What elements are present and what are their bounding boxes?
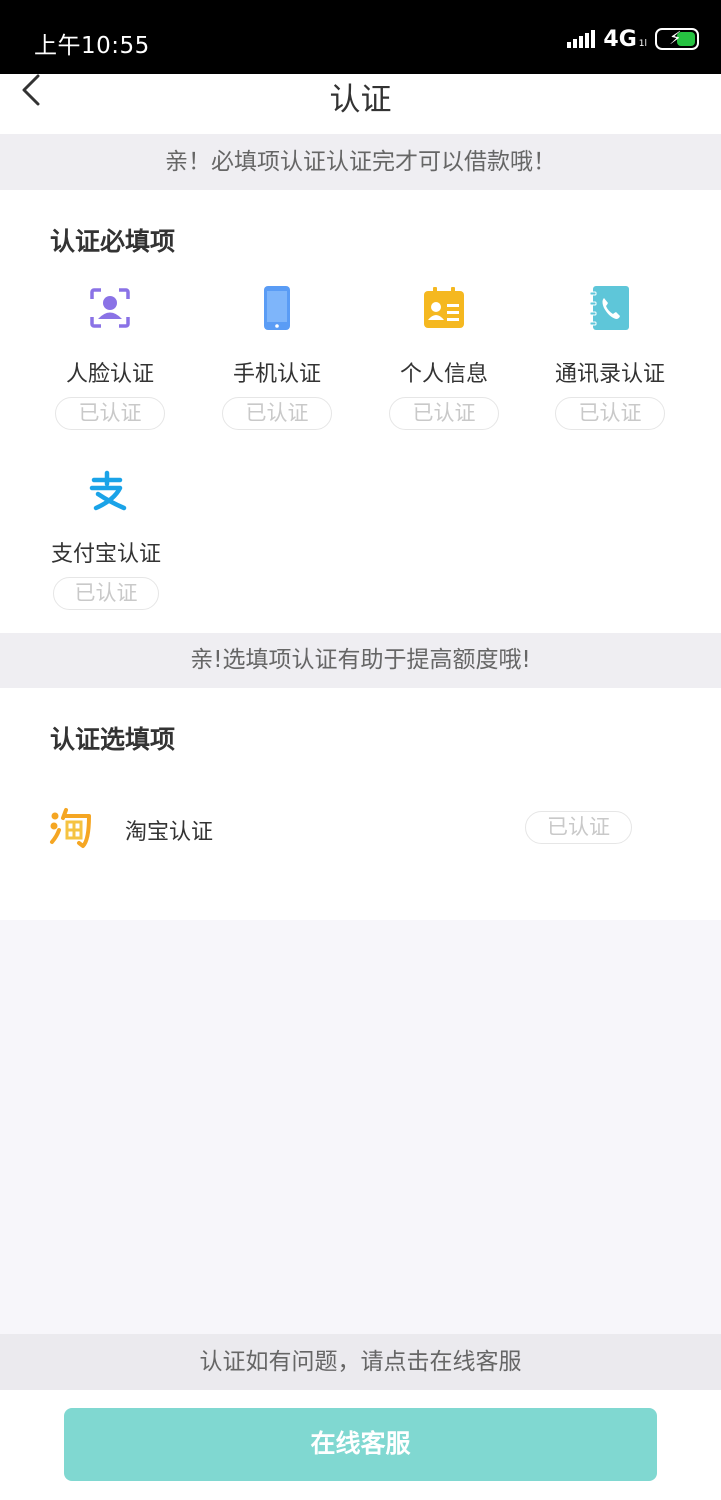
footer-bar: 在线客服 (0, 1390, 721, 1500)
status-badge: 已认证 (555, 397, 665, 430)
nav-bar: 认证 (0, 74, 721, 134)
id-card-icon (424, 287, 464, 328)
contacts-phone-icon (589, 286, 629, 330)
cert-item-label: 淘宝认证 (125, 820, 214, 845)
optional-banner: 亲!选填项认证有助于提高额度哦! (0, 633, 721, 688)
status-badge: 已认证 (525, 811, 632, 844)
battery-icon: ⚡ (655, 28, 699, 50)
status-badge: 已认证 (53, 577, 159, 610)
status-badge: 已认证 (389, 397, 499, 430)
status-badge: 已认证 (222, 397, 332, 430)
status-bar: 上午10:55 4G 1l ⚡ (0, 0, 721, 74)
page-title: 认证 (329, 82, 392, 118)
required-section: 认证必填项 人脸认证 已认证 手机认证 已认证 个人信息 已认证 通讯录认证 已… (0, 190, 721, 633)
required-banner: 亲！必填项认证认证完才可以借款哦！ (0, 134, 721, 190)
optional-section: 认证选填项 淘宝认证 已认证 (0, 688, 721, 920)
cert-item-label: 人脸认证 (65, 362, 154, 387)
cert-item-label: 通讯录认证 (554, 362, 665, 387)
cert-item-taobao[interactable]: 淘宝认证 已认证 (0, 800, 721, 880)
cert-item-alipay[interactable]: 支付宝认证 已认证 (26, 470, 186, 610)
alipay-icon (89, 470, 127, 511)
cert-item-face[interactable]: 人脸认证 已认证 (30, 286, 190, 430)
status-time: 上午10:55 (34, 33, 150, 59)
status-icons: 4G 1l ⚡ (567, 24, 699, 54)
cert-item-personal-info[interactable]: 个人信息 已认证 (364, 286, 524, 430)
cert-item-contacts[interactable]: 通讯录认证 已认证 (530, 286, 690, 430)
cert-item-label: 手机认证 (232, 362, 321, 387)
face-id-icon (90, 288, 130, 328)
taobao-icon (50, 808, 91, 848)
network-activity-icon: 1l (638, 39, 647, 49)
signal-icon (567, 30, 596, 48)
optional-section-title: 认证选填项 (50, 725, 176, 754)
cert-item-label: 支付宝认证 (50, 542, 161, 567)
online-service-button[interactable]: 在线客服 (64, 1408, 657, 1481)
status-badge: 已认证 (55, 397, 165, 430)
cert-item-phone[interactable]: 手机认证 已认证 (197, 286, 357, 430)
help-note: 认证如有问题，请点击在线客服 (0, 1334, 721, 1390)
charging-icon: ⚡ (669, 28, 682, 49)
phone-icon (264, 286, 290, 330)
required-section-title: 认证必填项 (50, 227, 176, 256)
cert-item-label: 个人信息 (399, 362, 488, 387)
network-type: 4G (603, 26, 637, 52)
